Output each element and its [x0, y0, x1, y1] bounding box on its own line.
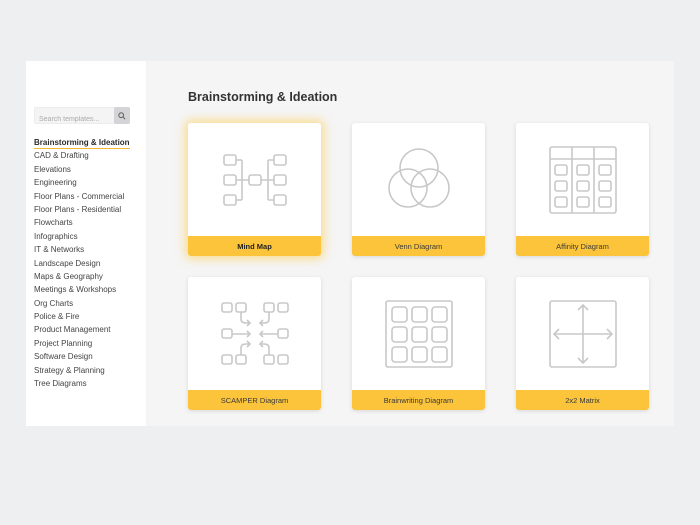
sidebar-item-elevations[interactable]: Elevations [34, 163, 146, 176]
mind-map-icon [222, 153, 287, 206]
template-grid: Mind Map Venn Diagram Affinity Diagram S… [188, 123, 674, 410]
sidebar-item-floor-plans-commercial[interactable]: Floor Plans - Commercial [34, 190, 146, 203]
template-gallery-panel: Brainstorming & Ideation CAD & Drafting … [26, 61, 674, 426]
template-card-affinity-diagram[interactable]: Affinity Diagram [516, 123, 649, 256]
sidebar-item-tree-diagrams[interactable]: Tree Diagrams [34, 377, 146, 390]
card-label: 2x2 Matrix [516, 390, 649, 410]
venn-diagram-icon [387, 147, 450, 208]
card-label: Affinity Diagram [516, 236, 649, 256]
sidebar-item-product-management[interactable]: Product Management [34, 323, 146, 336]
card-label: SCAMPER Diagram [188, 390, 321, 410]
affinity-diagram-icon [548, 145, 617, 214]
template-card-venn-diagram[interactable]: Venn Diagram [352, 123, 485, 256]
sidebar-item-landscape-design[interactable]: Landscape Design [34, 257, 146, 270]
template-card-2x2-matrix[interactable]: 2x2 Matrix [516, 277, 649, 410]
sidebar-item-engineering[interactable]: Engineering [34, 176, 146, 189]
sidebar-item-maps-geography[interactable]: Maps & Geography [34, 270, 146, 283]
card-preview [516, 123, 649, 236]
template-main: Brainstorming & Ideation Mind Map Venn D… [146, 61, 674, 426]
template-card-scamper-diagram[interactable]: SCAMPER Diagram [188, 277, 321, 410]
sidebar-item-strategy-planning[interactable]: Strategy & Planning [34, 364, 146, 377]
card-preview [188, 277, 321, 390]
card-preview [352, 123, 485, 236]
category-sidebar: Brainstorming & Ideation CAD & Drafting … [26, 61, 146, 426]
card-label: Brainwriting Diagram [352, 390, 485, 410]
search-icon [118, 111, 126, 120]
sidebar-item-flowcharts[interactable]: Flowcharts [34, 216, 146, 229]
sidebar-item-meetings-workshops[interactable]: Meetings & Workshops [34, 283, 146, 296]
template-card-mind-map[interactable]: Mind Map [188, 123, 321, 256]
brainwriting-diagram-icon [384, 299, 453, 368]
page-title: Brainstorming & Ideation [188, 90, 338, 104]
sidebar-item-brainstorming-ideation[interactable]: Brainstorming & Ideation [34, 136, 146, 149]
category-list: Brainstorming & Ideation CAD & Drafting … [34, 136, 146, 390]
card-preview [516, 277, 649, 390]
matrix-2x2-icon [548, 299, 617, 368]
search-box [34, 107, 130, 127]
card-preview [352, 277, 485, 390]
search-input[interactable] [35, 112, 113, 127]
sidebar-item-floor-plans-residential[interactable]: Floor Plans - Residential [34, 203, 146, 216]
sidebar-item-org-charts[interactable]: Org Charts [34, 297, 146, 310]
search-button[interactable] [114, 107, 130, 124]
sidebar-item-it-networks[interactable]: IT & Networks [34, 243, 146, 256]
template-card-brainwriting-diagram[interactable]: Brainwriting Diagram [352, 277, 485, 410]
scamper-diagram-icon [220, 301, 289, 365]
sidebar-item-police-fire[interactable]: Police & Fire [34, 310, 146, 323]
sidebar-item-project-planning[interactable]: Project Planning [34, 337, 146, 350]
sidebar-item-software-design[interactable]: Software Design [34, 350, 146, 363]
card-preview [188, 123, 321, 236]
sidebar-item-cad-drafting[interactable]: CAD & Drafting [34, 149, 146, 162]
sidebar-item-infographics[interactable]: Infographics [34, 230, 146, 243]
card-label: Mind Map [188, 236, 321, 256]
card-label: Venn Diagram [352, 236, 485, 256]
sidebar-item-label: Brainstorming & Ideation [34, 138, 130, 149]
